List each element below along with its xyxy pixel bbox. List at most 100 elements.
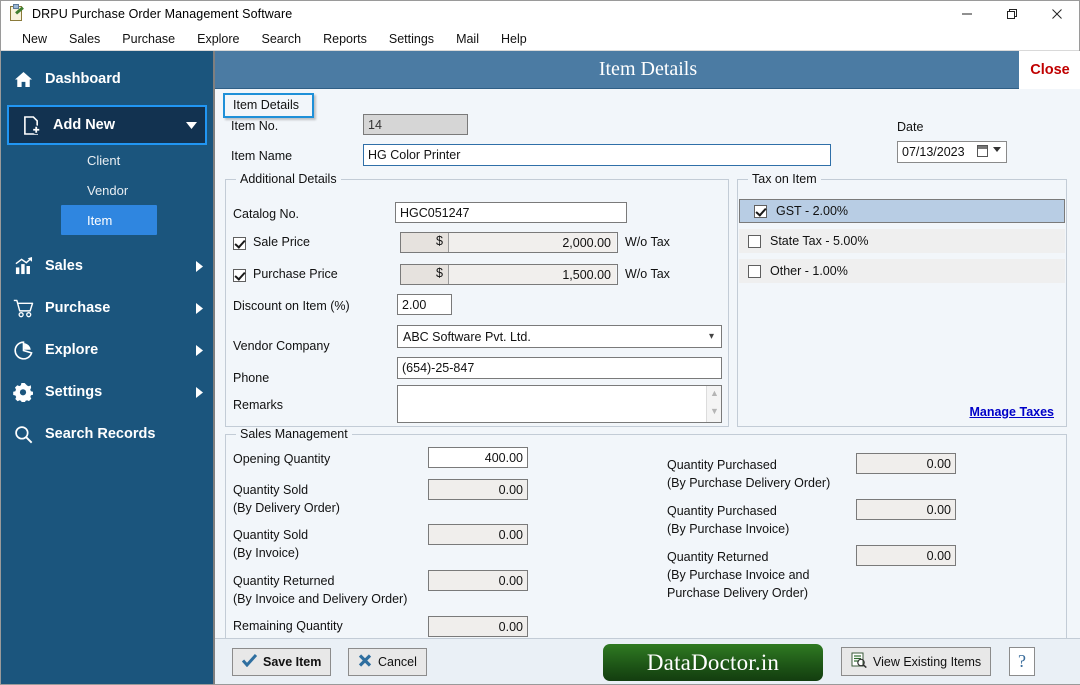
menu-settings[interactable]: Settings [378,30,445,48]
date-value: 07/13/2023 [902,145,965,159]
chevron-right-icon [185,386,213,398]
sale-price-checkbox[interactable] [233,237,246,250]
scroll-down-icon[interactable]: ▼ [707,406,722,420]
tax-on-item-legend: Tax on Item [748,172,821,186]
tax-state-label: State Tax - 5.00% [770,234,869,248]
sales-management-legend: Sales Management [236,427,352,441]
sidebar-subitem-item[interactable]: Item [61,205,157,235]
sidebar-item-explore[interactable]: Explore [1,329,213,371]
phone-input[interactable] [397,357,722,379]
save-item-label: Save Item [263,655,322,669]
tax-row-state[interactable]: State Tax - 5.00% [739,229,1065,253]
manage-taxes-link[interactable]: Manage Taxes [969,405,1054,419]
quantity-purchased-pi-label: Quantity Purchased [667,504,777,518]
chevron-right-icon [185,260,213,272]
menu-explore[interactable]: Explore [186,30,250,48]
maximize-button[interactable] [989,1,1034,27]
purchase-price-checkbox[interactable] [233,269,246,282]
sidebar-item-settings[interactable]: Settings [1,371,213,413]
sale-price-field[interactable]: $ [400,232,618,253]
tax-state-checkbox[interactable] [748,234,761,248]
purchase-price-tax-note: W/o Tax [625,267,670,281]
title-bar: DRPU Purchase Order Management Software [1,1,1079,27]
quantity-purchased-pdo-sublabel: (By Purchase Delivery Order) [667,476,831,490]
scroll-up-icon[interactable]: ▲ [707,388,722,402]
cross-icon [358,654,372,670]
cancel-button[interactable]: Cancel [348,648,427,676]
gear-icon [1,382,45,402]
quantity-returned-pur-label: Quantity Returned [667,550,769,564]
tax-row-other[interactable]: Other - 1.00% [739,259,1065,283]
tax-gst-label: GST - 2.00% [776,204,849,218]
sidebar-subitem-vendor[interactable]: Vendor [1,175,213,205]
tax-other-checkbox[interactable] [748,264,761,278]
home-icon [1,71,45,88]
purchase-price-field[interactable]: $ [400,264,618,285]
close-panel-button[interactable]: Close [1019,51,1080,89]
sidebar-item-add-new[interactable]: Add New [7,105,207,145]
quantity-returned-label: Quantity Returned [233,574,335,588]
shopping-cart-icon [1,299,45,318]
quantity-sold-do-label: Quantity Sold [233,483,309,497]
quantity-purchased-pdo-input[interactable] [856,453,956,474]
sidebar-subitem-client[interactable]: Client [1,145,213,175]
remarks-textarea[interactable]: ▲ ▼ [397,385,722,423]
sidebar-item-search-records[interactable]: Search Records [1,413,213,455]
window-title: DRPU Purchase Order Management Software [32,6,293,21]
quantity-sold-do-input[interactable] [428,479,528,500]
catalog-no-input[interactable] [395,202,627,223]
menu-new[interactable]: New [11,30,58,48]
quantity-returned-pur-input[interactable] [856,545,956,566]
purchase-price-label: Purchase Price [253,267,338,281]
tax-row-gst[interactable]: GST - 2.00% [739,199,1065,223]
pie-chart-icon [1,340,45,360]
remaining-quantity-input[interactable] [428,616,528,637]
tax-on-item-group: Tax on Item GST - 2.00% State Tax - 5.00… [737,172,1067,427]
tab-item-details[interactable]: Item Details [223,93,314,118]
phone-label: Phone [233,371,270,385]
chart-bar-icon [1,257,45,275]
sidebar-item-purchase[interactable]: Purchase [1,287,213,329]
menu-reports[interactable]: Reports [312,30,378,48]
help-button[interactable]: ? [1009,647,1035,676]
sidebar-dashboard-label: Dashboard [45,71,121,87]
quantity-purchased-pi-input[interactable] [856,499,956,520]
view-existing-items-button[interactable]: View Existing Items [841,647,992,676]
sale-price-label: Sale Price [253,235,310,249]
minimize-button[interactable] [944,1,989,27]
form-content: Item Details Item No. Item Name Date 07/… [215,89,1080,684]
quantity-sold-inv-input[interactable] [428,524,528,545]
menu-sales[interactable]: Sales [58,30,111,48]
save-item-button[interactable]: Save Item [232,648,332,676]
menu-search[interactable]: Search [251,30,313,48]
item-name-input[interactable] [363,144,831,166]
page-title: Item Details [598,58,698,80]
remaining-quantity-label: Remaining Quantity [233,619,343,633]
date-picker[interactable]: 07/13/2023 [897,141,1007,163]
sidebar-item-sales[interactable]: Sales [1,245,213,287]
tax-gst-checkbox[interactable] [754,204,767,218]
close-window-button[interactable] [1034,1,1079,27]
menu-mail[interactable]: Mail [445,30,490,48]
add-document-icon [9,115,53,135]
sidebar-search-records-label: Search Records [45,426,156,442]
remarks-scrollbar[interactable]: ▲ ▼ [706,386,721,422]
quantity-returned-pur-sublabel: (By Purchase Invoice and [667,568,810,582]
sidebar-explore-label: Explore [45,342,99,358]
quantity-returned-input[interactable] [428,570,528,591]
sidebar-add-new-label: Add New [53,117,116,133]
opening-quantity-input[interactable] [428,447,528,468]
item-no-input[interactable] [363,114,468,135]
sale-price-input[interactable] [449,233,616,252]
chevron-right-icon [185,344,213,356]
sidebar-item-dashboard[interactable]: Dashboard [1,59,213,99]
sidebar-settings-label: Settings [45,384,103,400]
calendar-icon [977,145,988,157]
quantity-returned-pur-sublabel2: Purchase Delivery Order) [667,586,809,600]
vendor-company-select[interactable]: ABC Software Pvt. Ltd. ▾ [397,325,722,348]
menu-purchase[interactable]: Purchase [111,30,186,48]
remarks-label: Remarks [233,398,284,412]
menu-help[interactable]: Help [490,30,538,48]
discount-input[interactable] [397,294,452,315]
purchase-price-input[interactable] [449,265,616,284]
